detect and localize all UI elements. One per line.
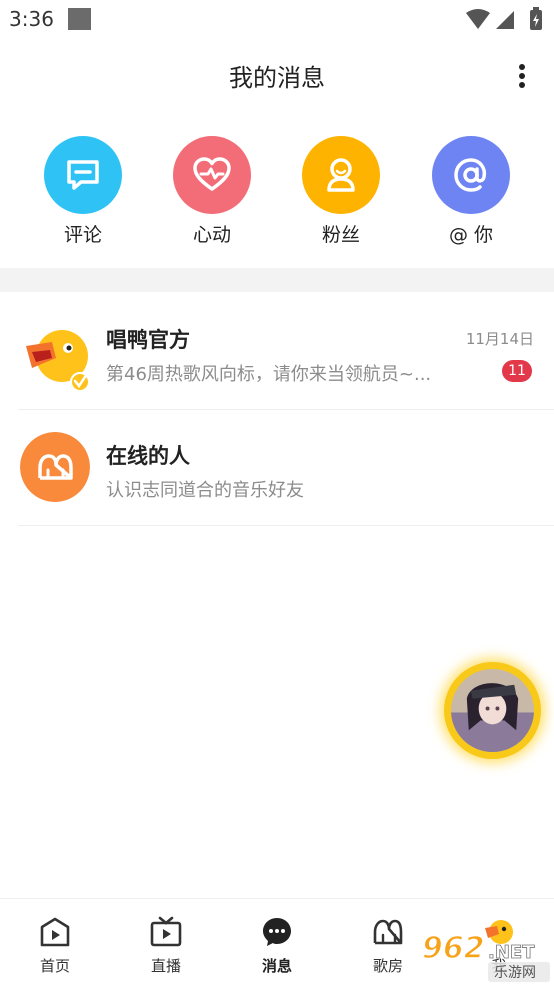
fans-icon	[302, 136, 380, 214]
battery-icon	[530, 7, 542, 30]
more-dot	[519, 73, 525, 79]
floating-avatar-button[interactable]	[444, 662, 541, 759]
section-divider	[0, 268, 554, 292]
message-title: 在线的人	[106, 444, 190, 468]
row-divider	[18, 525, 554, 526]
page-title: 我的消息	[229, 64, 325, 92]
status-time: 3:36	[9, 7, 54, 31]
heart-icon	[173, 136, 251, 214]
message-preview: 认识志同道合的音乐好友	[106, 480, 304, 501]
category-label: 心动	[192, 224, 231, 246]
svg-text:乐游网: 乐游网	[494, 965, 536, 981]
message-categories: 评论 心动 粉丝 @ 你	[0, 136, 554, 252]
room-people-icon	[373, 919, 403, 945]
category-label: 粉丝	[321, 224, 360, 246]
notification-icon	[68, 8, 91, 30]
unread-badge: 11	[502, 360, 532, 382]
nav-label: 消息	[261, 957, 292, 975]
at-icon	[432, 136, 510, 214]
nav-label: 首页	[39, 957, 70, 975]
wifi-icon	[466, 9, 490, 29]
category-comment[interactable]: 评论	[28, 136, 138, 247]
category-heartbeat[interactable]: 心动	[157, 136, 267, 247]
nav-home[interactable]: 首页	[0, 899, 110, 984]
people-icon	[20, 432, 90, 502]
signal-icon	[496, 11, 514, 29]
svg-text:962: 962	[422, 931, 485, 966]
list-item[interactable]: 唱鸭官方 第46周热歌风向标，请你来当领航员~... 11月14日 11	[0, 294, 554, 410]
avatar	[451, 669, 534, 752]
category-label: 评论	[63, 224, 102, 246]
nav-label: 直播	[150, 957, 181, 975]
comment-icon	[44, 136, 122, 214]
message-time: 11月14日	[465, 330, 534, 348]
more-dot	[519, 64, 525, 70]
nav-live[interactable]: 直播	[111, 899, 221, 984]
category-label: @ 你	[448, 224, 494, 246]
message-title: 唱鸭官方	[106, 328, 190, 352]
nav-messages[interactable]: 消息	[222, 899, 332, 984]
more-menu-button[interactable]	[514, 60, 530, 92]
header: 我的消息	[0, 40, 554, 112]
tv-icon	[150, 916, 182, 947]
status-icons	[466, 7, 542, 30]
watermark-logo: 962 .NET 乐游网	[421, 930, 550, 982]
svg-text:.NET: .NET	[488, 942, 535, 963]
category-mention[interactable]: @ 你	[416, 136, 526, 247]
duck-logo-icon	[26, 330, 90, 392]
message-bubble-icon	[263, 918, 291, 946]
list-item[interactable]: 在线的人 认识志同道合的音乐好友	[0, 410, 554, 526]
message-preview: 第46周热歌风向标，请你来当领航员~...	[106, 364, 432, 385]
category-fans[interactable]: 粉丝	[286, 136, 396, 247]
home-play-icon	[40, 917, 70, 947]
more-dot	[519, 82, 525, 88]
status-bar: 3:36	[0, 0, 554, 40]
